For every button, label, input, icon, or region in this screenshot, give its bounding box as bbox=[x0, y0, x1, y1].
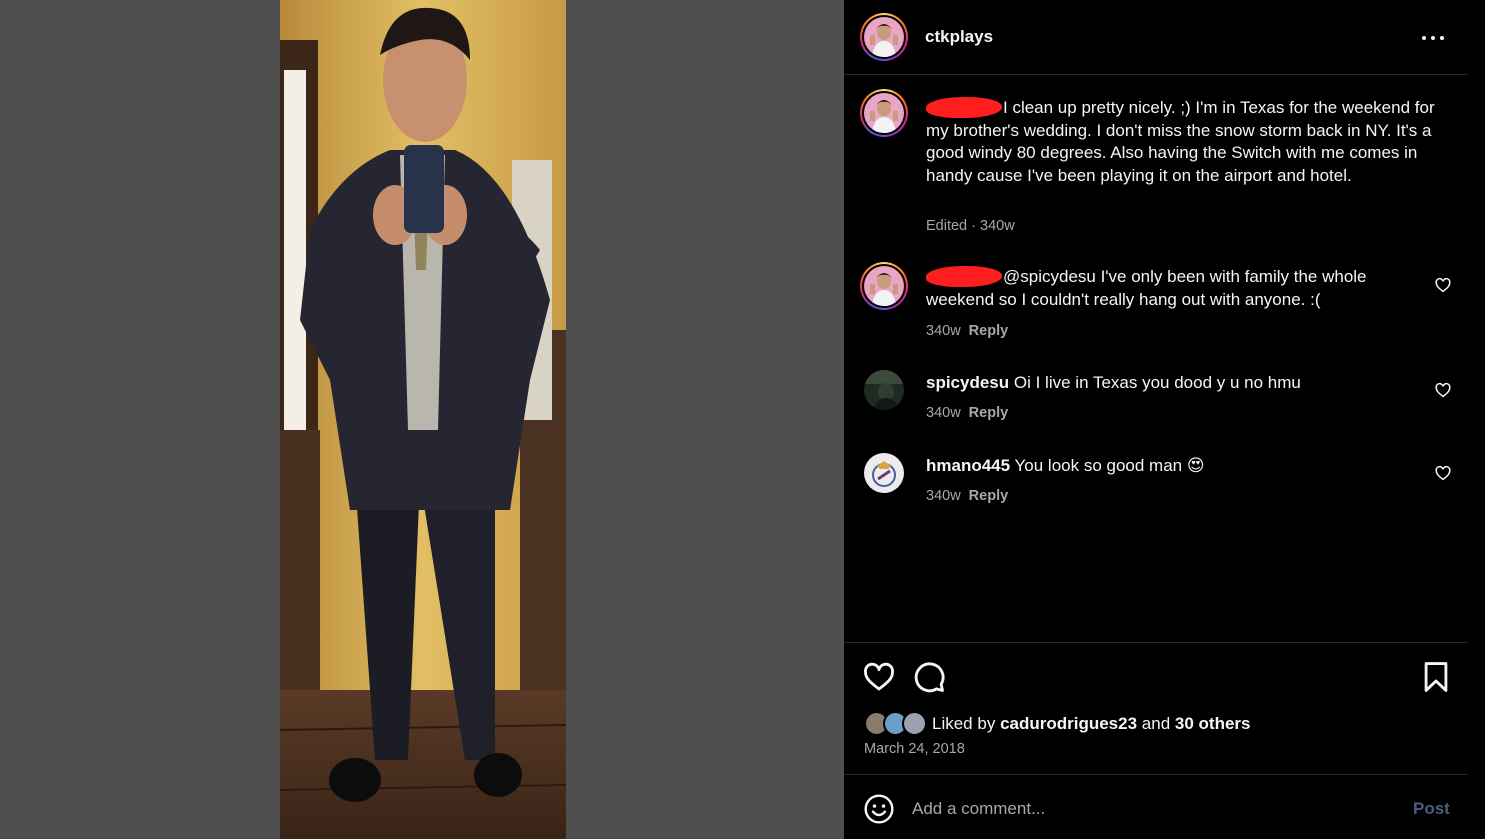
comment-body: @spicydesu I've only been with family th… bbox=[926, 266, 1436, 311]
post-actions: Liked by cadurodrigues23 and 30 others M… bbox=[844, 642, 1468, 774]
comment-text: You look so good man 😍 bbox=[1014, 456, 1205, 475]
likes-prefix: Liked by bbox=[932, 714, 996, 733]
author-username[interactable]: ctkplays bbox=[925, 27, 993, 47]
commenter-avatar[interactable] bbox=[860, 262, 908, 310]
comment-text: Oi I live in Texas you dood y u no hmu bbox=[1013, 373, 1301, 392]
post-header: ctkplays bbox=[844, 0, 1468, 75]
caption-body: I clean up pretty nicely. ;) I'm in Texa… bbox=[926, 97, 1436, 187]
post-photo-image bbox=[280, 0, 566, 839]
redacted-username bbox=[926, 266, 1002, 287]
comment-meta: 340w Reply bbox=[926, 323, 1008, 339]
post-button[interactable]: Post bbox=[1413, 799, 1450, 819]
reply-button[interactable]: Reply bbox=[969, 323, 1009, 339]
scrollbar[interactable] bbox=[1468, 0, 1485, 839]
caption-avatar[interactable] bbox=[860, 89, 908, 137]
emoji-icon[interactable] bbox=[863, 793, 895, 825]
post-date[interactable]: March 24, 2018 bbox=[864, 741, 965, 757]
comment-bubble-icon[interactable] bbox=[912, 660, 946, 694]
comment-username[interactable]: spicydesu bbox=[926, 373, 1009, 392]
comment-meta: 340w Reply bbox=[926, 405, 1008, 421]
commenter-avatar[interactable] bbox=[864, 453, 904, 493]
liker-avatar bbox=[902, 711, 927, 736]
comment-body: hmano445 You look so good man 😍 bbox=[926, 455, 1436, 478]
author-avatar-image bbox=[864, 17, 904, 57]
reply-button[interactable]: Reply bbox=[969, 405, 1009, 421]
commenter-avatar-image bbox=[864, 266, 904, 306]
comment-heart-icon[interactable] bbox=[1434, 464, 1452, 482]
commenter-avatar[interactable] bbox=[864, 370, 904, 410]
bookmark-icon[interactable] bbox=[1419, 660, 1453, 694]
comment-time: 340w bbox=[926, 323, 961, 339]
likes-others-link[interactable]: 30 others bbox=[1175, 714, 1251, 733]
heart-icon[interactable] bbox=[862, 660, 896, 694]
likes-summary: Liked by cadurodrigues23 and 30 others bbox=[932, 714, 1251, 734]
post-photo[interactable] bbox=[280, 0, 566, 839]
media-area bbox=[0, 0, 844, 839]
add-comment-bar: Post bbox=[844, 774, 1468, 839]
comment-input[interactable] bbox=[912, 795, 1392, 823]
comment-body: spicydesu Oi I live in Texas you dood y … bbox=[926, 372, 1436, 395]
comment-heart-icon[interactable] bbox=[1434, 276, 1452, 294]
caption-meta: Edited · 340w bbox=[926, 218, 1015, 234]
comment-meta: 340w Reply bbox=[926, 488, 1008, 504]
post-details-panel: ctkplays I clean up pretty nicely. ;) I'… bbox=[844, 0, 1468, 839]
comment-time: 340w bbox=[926, 405, 961, 421]
caption-avatar-image bbox=[864, 93, 904, 133]
likers-avatars[interactable] bbox=[864, 711, 930, 737]
author-avatar[interactable] bbox=[860, 13, 908, 61]
comment-username[interactable]: hmano445 bbox=[926, 456, 1010, 475]
redacted-username bbox=[926, 97, 1002, 118]
reply-button[interactable]: Reply bbox=[969, 488, 1009, 504]
more-options-icon[interactable] bbox=[1416, 25, 1450, 51]
comment-heart-icon[interactable] bbox=[1434, 381, 1452, 399]
caption-text: I clean up pretty nicely. ;) I'm in Texa… bbox=[926, 98, 1435, 185]
likes-conjunction: and bbox=[1141, 714, 1171, 733]
comment-time: 340w bbox=[926, 488, 961, 504]
first-liker-link[interactable]: cadurodrigues23 bbox=[1000, 714, 1137, 733]
